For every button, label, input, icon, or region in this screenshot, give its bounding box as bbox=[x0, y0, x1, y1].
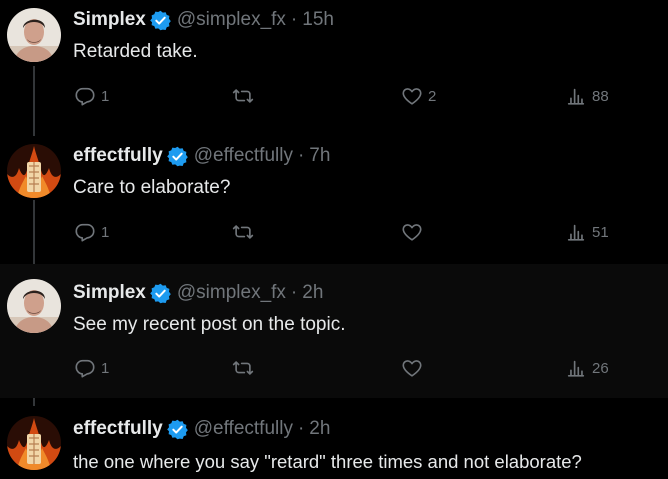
repost-button[interactable] bbox=[232, 85, 254, 107]
separator: · bbox=[290, 9, 298, 30]
views-button[interactable]: 26 bbox=[565, 357, 609, 379]
tweet-header: effectfully @effectfully · 2h bbox=[73, 417, 330, 441]
tweet-header: Simplex @simplex_fx · 15h bbox=[73, 8, 334, 32]
tweet-focused[interactable]: Simplex @simplex_fx · 2h See my recent p… bbox=[0, 264, 668, 398]
tweet-header: Simplex @simplex_fx · 2h bbox=[73, 281, 323, 305]
reply-count: 1 bbox=[101, 359, 110, 377]
timestamp[interactable]: 2h bbox=[302, 281, 323, 305]
timestamp[interactable]: 2h bbox=[309, 417, 330, 441]
verified-badge-icon bbox=[150, 283, 171, 304]
reply-icon bbox=[74, 85, 96, 107]
repost-icon bbox=[232, 85, 254, 107]
display-name[interactable]: effectfully bbox=[73, 144, 163, 168]
display-name[interactable]: effectfully bbox=[73, 417, 163, 441]
like-count: 2 bbox=[428, 87, 437, 105]
repost-button[interactable] bbox=[232, 221, 254, 243]
tweet-text: See my recent post on the topic. bbox=[73, 314, 346, 335]
reply-button[interactable]: 1 bbox=[74, 357, 109, 379]
verified-badge-icon bbox=[150, 10, 171, 31]
tweet-actions: 1 26 bbox=[0, 357, 668, 381]
user-handle[interactable]: @effectfully bbox=[194, 417, 293, 441]
like-button[interactable] bbox=[401, 221, 423, 243]
heart-icon bbox=[401, 221, 423, 243]
tweet[interactable]: effectfully @effectfully · 2h the one wh… bbox=[0, 408, 668, 479]
person-avatar-icon bbox=[7, 8, 61, 62]
display-name[interactable]: Simplex bbox=[73, 281, 146, 305]
heart-icon bbox=[401, 85, 423, 107]
separator: · bbox=[290, 282, 298, 303]
avatar[interactable] bbox=[7, 144, 61, 198]
view-count: 88 bbox=[592, 87, 609, 105]
views-button[interactable]: 51 bbox=[565, 221, 609, 243]
verified-badge-icon bbox=[167, 419, 188, 440]
repost-icon bbox=[232, 357, 254, 379]
view-count: 51 bbox=[592, 223, 609, 241]
avatar[interactable] bbox=[7, 8, 61, 62]
like-button[interactable] bbox=[401, 357, 423, 379]
user-handle[interactable]: @simplex_fx bbox=[177, 281, 286, 305]
reply-button[interactable]: 1 bbox=[74, 85, 109, 107]
avatar[interactable] bbox=[7, 279, 61, 333]
view-count: 26 bbox=[592, 359, 609, 377]
views-button[interactable]: 88 bbox=[565, 85, 609, 107]
conversation-thread: Simplex @simplex_fx · 15h Retarded take.… bbox=[0, 0, 668, 479]
tweet[interactable]: effectfully @effectfully · 7h Care to el… bbox=[0, 136, 668, 262]
heart-icon bbox=[401, 357, 423, 379]
user-handle[interactable]: @simplex_fx bbox=[177, 8, 286, 32]
repost-button[interactable] bbox=[232, 357, 254, 379]
user-handle[interactable]: @effectfully bbox=[194, 144, 293, 168]
tweet-actions: 1 51 bbox=[0, 221, 668, 245]
reply-icon bbox=[74, 357, 96, 379]
reply-count: 1 bbox=[101, 87, 110, 105]
reply-icon bbox=[74, 221, 96, 243]
person-avatar-icon bbox=[7, 279, 61, 333]
like-button[interactable]: 2 bbox=[401, 85, 436, 107]
tweet-header: effectfully @effectfully · 7h bbox=[73, 144, 330, 168]
fire-avatar-icon bbox=[7, 416, 61, 470]
tweet-actions: 1 2 88 bbox=[0, 85, 668, 109]
tweet[interactable]: Simplex @simplex_fx · 15h Retarded take.… bbox=[0, 0, 668, 126]
reply-button[interactable]: 1 bbox=[74, 221, 109, 243]
fire-avatar-icon bbox=[7, 144, 61, 198]
reply-count: 1 bbox=[101, 223, 110, 241]
tweet-text: Care to elaborate? bbox=[73, 177, 231, 198]
display-name[interactable]: Simplex bbox=[73, 8, 146, 32]
tweet-text: the one where you say "retard" three tim… bbox=[73, 451, 582, 472]
timestamp[interactable]: 15h bbox=[302, 8, 334, 32]
timestamp[interactable]: 7h bbox=[309, 144, 330, 168]
bar-chart-icon bbox=[565, 357, 587, 379]
bar-chart-icon bbox=[565, 221, 587, 243]
avatar[interactable] bbox=[7, 416, 61, 470]
repost-icon bbox=[232, 221, 254, 243]
bar-chart-icon bbox=[565, 85, 587, 107]
verified-badge-icon bbox=[167, 146, 188, 167]
separator: · bbox=[297, 418, 305, 439]
separator: · bbox=[297, 145, 305, 166]
tweet-text: Retarded take. bbox=[73, 41, 198, 62]
